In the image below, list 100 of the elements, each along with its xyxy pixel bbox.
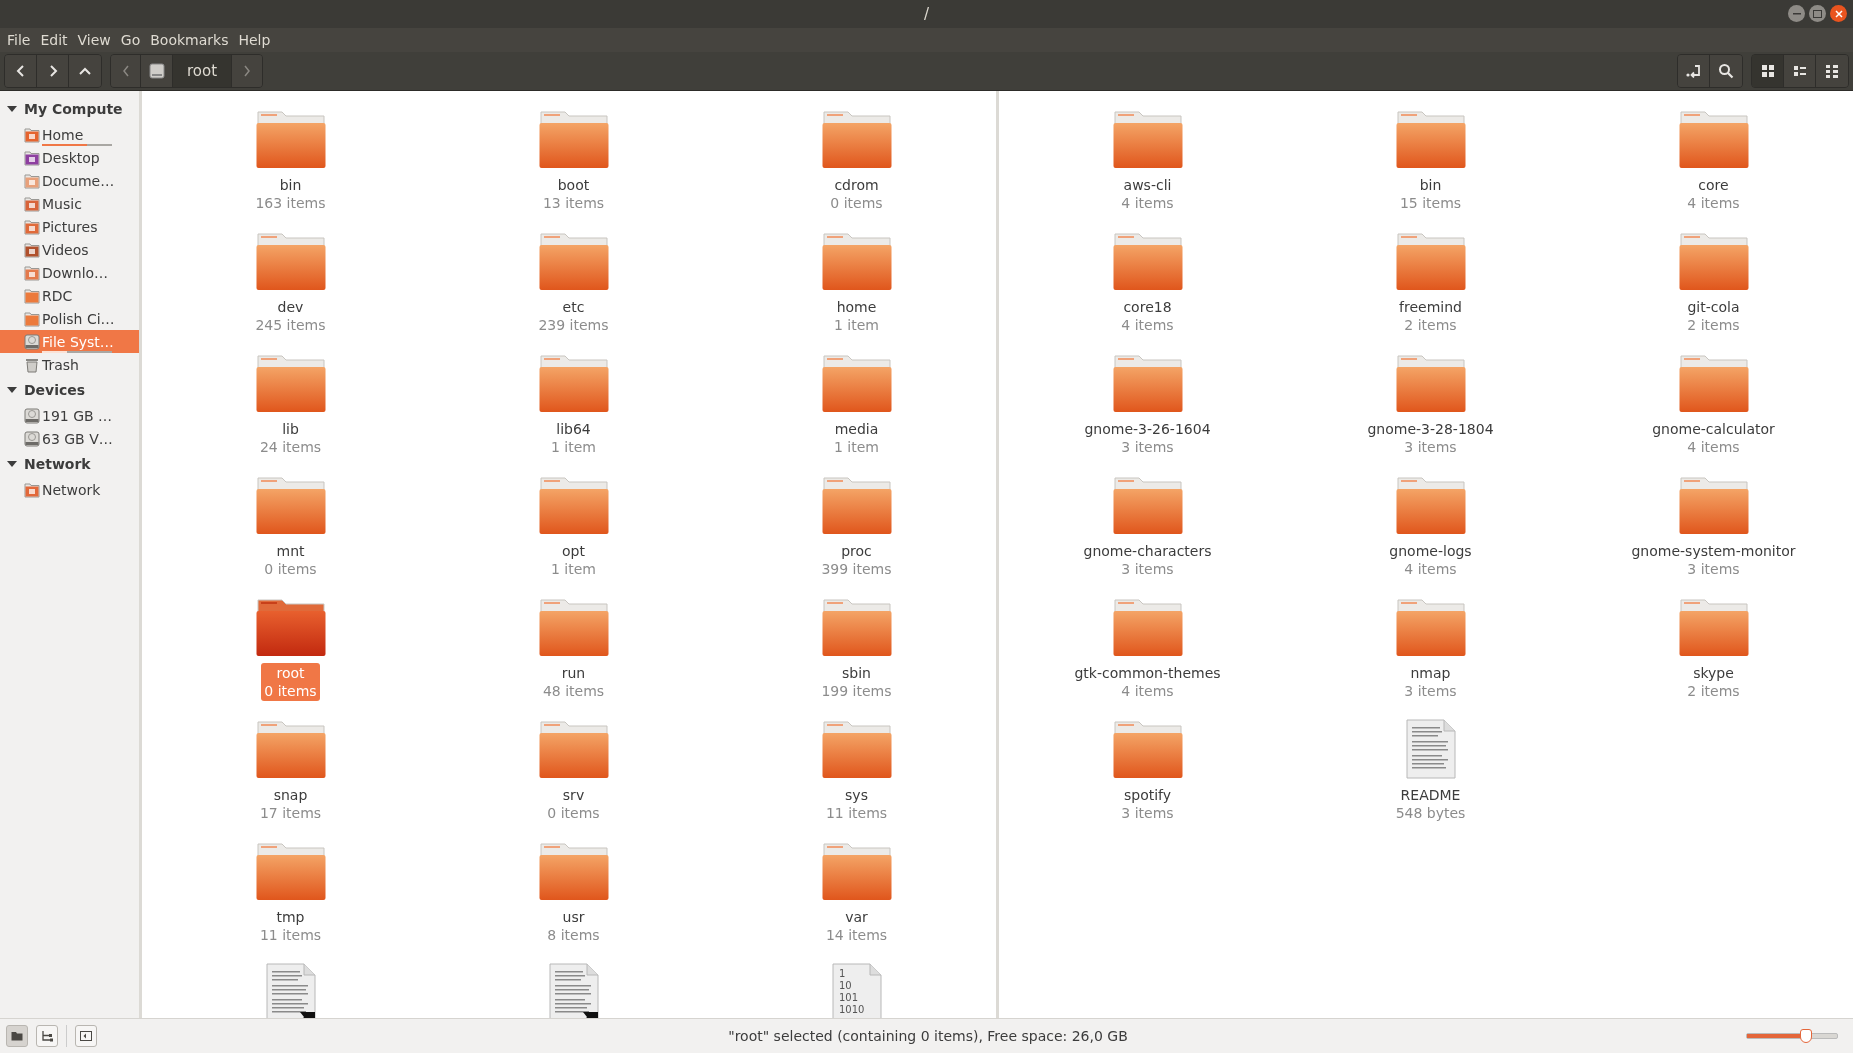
folder-icon[interactable] <box>821 475 892 535</box>
folder-icon[interactable] <box>1112 109 1183 169</box>
folder-icon[interactable] <box>538 475 609 535</box>
folder-icon[interactable] <box>255 475 326 535</box>
folder-icon[interactable] <box>1112 719 1183 779</box>
item-count: 8 items <box>547 926 600 944</box>
menu-item[interactable]: View <box>72 32 116 48</box>
item-count: 0 items <box>264 682 317 700</box>
folder-icon[interactable] <box>255 841 326 901</box>
back-button[interactable] <box>5 55 37 87</box>
grid-icon <box>1760 64 1775 78</box>
slider-thumb[interactable] <box>1800 1029 1813 1043</box>
sidebar-item[interactable]: Desktop <box>0 146 139 169</box>
close-button[interactable] <box>1830 5 1847 22</box>
maximize-button[interactable] <box>1809 5 1826 22</box>
folder-icon[interactable] <box>1395 597 1466 657</box>
folder-icon[interactable] <box>538 353 609 413</box>
file-name: lib64 <box>556 420 591 438</box>
sidebar-item[interactable]: Docume… <box>0 169 139 192</box>
file-name: dev <box>277 298 304 316</box>
folder-icon[interactable] <box>255 353 326 413</box>
folder-icon[interactable] <box>1395 109 1466 169</box>
toggle-sidebar-button[interactable] <box>75 1025 97 1047</box>
text-file-link-icon[interactable] <box>265 963 316 1018</box>
list-view-button[interactable] <box>1816 55 1848 87</box>
item-count: 17 items <box>259 804 322 822</box>
maximize-icon <box>1813 9 1822 18</box>
folder-icon[interactable] <box>538 719 609 779</box>
folder-icon[interactable] <box>255 231 326 291</box>
folder-icon[interactable] <box>821 597 892 657</box>
sidebar-item[interactable]: Downlo… <box>0 261 139 284</box>
folder-icon[interactable] <box>821 109 892 169</box>
folder-icon[interactable] <box>255 597 326 657</box>
item-count: 0 items <box>264 560 317 578</box>
text-file-link-icon[interactable] <box>548 963 599 1018</box>
file-name: boot <box>557 176 590 194</box>
folder-icon[interactable] <box>255 109 326 169</box>
forward-button[interactable] <box>37 55 69 87</box>
up-button[interactable] <box>69 55 101 87</box>
sidebar-item[interactable]: Trash <box>0 353 139 376</box>
folder-icon[interactable] <box>1678 353 1749 413</box>
sidebar-item[interactable]: Videos <box>0 238 139 261</box>
item-count: 3 items <box>1404 438 1457 456</box>
minimize-button[interactable] <box>1788 5 1805 22</box>
icons-view-button[interactable] <box>1752 55 1784 87</box>
sidebar-item[interactable]: Polish Ci… <box>0 307 139 330</box>
menu-item[interactable]: Help <box>233 32 276 48</box>
folder-icon[interactable] <box>538 109 609 169</box>
path-right-button[interactable] <box>232 55 263 87</box>
item-count: 163 items <box>255 194 326 212</box>
list-icon <box>1825 64 1839 78</box>
folder-icon[interactable] <box>1395 231 1466 291</box>
network-folder-icon <box>24 481 40 498</box>
drive-path-button[interactable] <box>141 55 173 87</box>
sidebar-item[interactable]: 191 GB … <box>0 404 139 427</box>
sidebar-item[interactable]: Network <box>0 478 139 501</box>
item-count: 0 items <box>547 804 600 822</box>
trash-icon <box>24 356 40 373</box>
folder-icon[interactable] <box>821 719 892 779</box>
folder-icon[interactable] <box>1678 475 1749 535</box>
menu-item[interactable]: File <box>2 32 36 48</box>
item-count: 1 item <box>834 438 879 456</box>
section-title: My Compute <box>24 101 123 117</box>
folder-icon[interactable] <box>538 841 609 901</box>
sidebar-item[interactable]: Music <box>0 192 139 215</box>
tree-sidebar-button[interactable] <box>36 1025 58 1047</box>
folder-icon[interactable] <box>1395 353 1466 413</box>
folder-icon[interactable] <box>821 353 892 413</box>
sidebar-item[interactable]: 63 GB V… <box>0 427 139 450</box>
path-button[interactable]: root <box>173 55 233 87</box>
places-sidebar-button[interactable] <box>6 1025 28 1047</box>
folder-icon[interactable] <box>1112 475 1183 535</box>
search-button[interactable] <box>1710 55 1742 87</box>
drive-icon <box>24 430 40 447</box>
menu-item[interactable]: Go <box>115 32 146 48</box>
sidebar-item[interactable]: Home <box>0 123 139 146</box>
folder-icon[interactable] <box>1678 109 1749 169</box>
folder-icon[interactable] <box>1678 597 1749 657</box>
folder-icon[interactable] <box>538 231 609 291</box>
file-name: git-cola <box>1687 298 1740 316</box>
binary-file-icon[interactable]: 1 10 101 1010 <box>831 963 882 1018</box>
text-file-icon[interactable] <box>1405 719 1456 779</box>
folder-icon[interactable] <box>1112 597 1183 657</box>
folder-icon[interactable] <box>538 597 609 657</box>
pictures-folder-icon <box>24 218 40 235</box>
folder-icon[interactable] <box>255 719 326 779</box>
folder-icon[interactable] <box>1112 353 1183 413</box>
sidebar-item[interactable]: RDC <box>0 284 139 307</box>
folder-icon[interactable] <box>821 231 892 291</box>
sidebar-item[interactable]: Pictures <box>0 215 139 238</box>
location-button[interactable] <box>1678 55 1710 87</box>
folder-icon[interactable] <box>1678 231 1749 291</box>
menu-item[interactable]: Edit <box>35 32 73 48</box>
folder-icon[interactable] <box>821 841 892 901</box>
compact-view-button[interactable] <box>1784 55 1816 87</box>
folder-icon[interactable] <box>1112 231 1183 291</box>
menu-item[interactable]: Bookmarks <box>145 32 234 48</box>
file-name: bin <box>1419 176 1442 194</box>
folder-icon[interactable] <box>1395 475 1466 535</box>
folder-folder-icon <box>24 287 40 304</box>
